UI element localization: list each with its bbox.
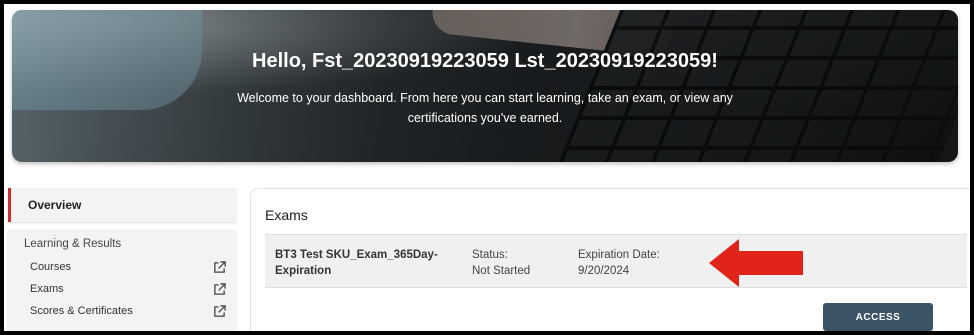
sidebar-item-label: Courses <box>30 261 71 273</box>
external-link-icon <box>214 260 226 273</box>
access-button[interactable]: ACCESS <box>823 303 933 331</box>
external-link-icon <box>214 282 226 295</box>
sidebar-item-exams[interactable]: Exams <box>24 278 226 300</box>
sidebar: Overview Learning & Results Courses Exam… <box>8 188 236 331</box>
sidebar-item-overview[interactable]: Overview <box>8 188 236 222</box>
sidebar-item-courses[interactable]: Courses <box>24 256 226 278</box>
status-value: Not Started <box>472 265 531 277</box>
hero-greeting: Hello, Fst_20230919223059 Lst_2023091922… <box>252 50 718 72</box>
red-arrow-annotation-icon <box>709 239 803 287</box>
exam-status: Status: Not Started <box>472 247 530 279</box>
page-frame: Hello, Fst_20230919223059 Lst_2023091922… <box>4 4 970 331</box>
sidebar-item-scores-certificates[interactable]: Scores & Certificates <box>24 300 226 322</box>
hero-subtitle: Welcome to your dashboard. From here you… <box>237 91 733 125</box>
hero-overlay <box>12 10 958 162</box>
sidebar-item-label: Exams <box>30 283 64 295</box>
exam-row: BT3 Test SKU_Exam_365Day-Expiration Stat… <box>265 234 967 288</box>
expiration-label: Expiration Date: <box>578 249 660 261</box>
main-panel: Exams BT3 Test SKU_Exam_365Day-Expiratio… <box>250 188 970 331</box>
exam-name: BT3 Test SKU_Exam_365Day-Expiration <box>275 249 438 277</box>
sidebar-item-label: Scores & Certificates <box>30 305 133 317</box>
exam-expiration: Expiration Date: 9/20/2024 <box>578 247 660 279</box>
status-label: Status: <box>472 249 508 261</box>
sidebar-group-learning: Learning & Results Courses Exams Scores … <box>8 230 236 331</box>
expiration-value: 9/20/2024 <box>578 265 630 277</box>
section-title-exams: Exams <box>265 207 308 223</box>
external-link-icon <box>214 304 226 317</box>
hero-banner: Hello, Fst_20230919223059 Lst_2023091922… <box>12 10 958 162</box>
sidebar-group-title: Learning & Results <box>24 238 122 250</box>
